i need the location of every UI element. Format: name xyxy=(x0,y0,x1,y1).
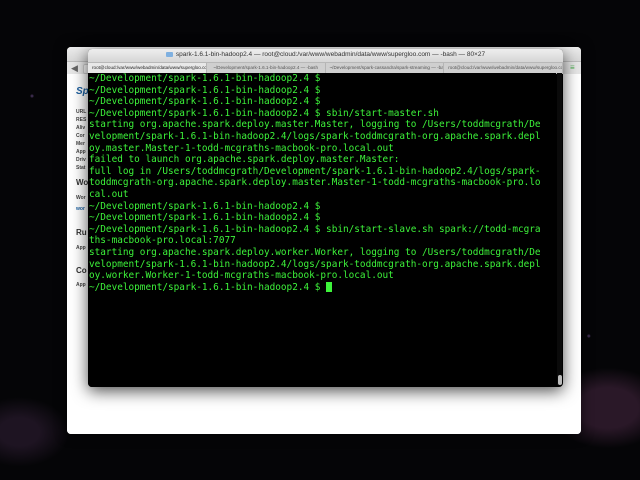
info-label: URL xyxy=(76,109,87,115)
terminal-tab[interactable]: ~/Development/spark-cassandra/spark-stre… xyxy=(326,63,445,73)
text-cursor xyxy=(326,281,333,292)
terminal-tab[interactable]: root@cloud:/var/www/webadmin/data/www/su… xyxy=(444,63,563,73)
terminal-line: failed to launch org.apache.spark.deploy… xyxy=(89,154,400,166)
window-title: spark-1.6.1-bin-hadoop2.4 — root@cloud:/… xyxy=(175,51,486,58)
info-label: RES xyxy=(76,117,87,123)
info-label: Aliv xyxy=(76,125,86,131)
info-label: Mer xyxy=(76,141,85,147)
section-heading: Co xyxy=(76,266,87,275)
terminal-line: velopment/spark-1.6.1-bin-hadoop2.4/logs… xyxy=(89,130,541,142)
terminal-line: cal.out xyxy=(89,188,129,200)
terminal-line: oy.master.Master-1-todd-mcgraths-macbook… xyxy=(89,142,394,154)
info-label: Stat xyxy=(76,165,86,171)
terminal-line: ~/Development/spark-1.6.1-bin-hadoop2.4 … xyxy=(89,212,321,224)
terminal-prompt: ~/Development/spark-1.6.1-bin-hadoop2.4 … xyxy=(89,281,327,293)
terminal-tab[interactable]: root@cloud:/var/www/webadmin/data/www/su… xyxy=(88,63,207,73)
terminal-line: ~/Development/spark-1.6.1-bin-hadoop2.4 … xyxy=(89,107,439,119)
terminal-line: velopment/spark-1.6.1-bin-hadoop2.4/logs… xyxy=(89,258,541,270)
terminal-line: ~/Development/spark-1.6.1-bin-hadoop2.4 … xyxy=(89,96,321,108)
info-label: Cor xyxy=(76,133,85,139)
terminal-line: oy.worker.Worker-1-todd-mcgraths-macbook… xyxy=(89,270,394,282)
folder-icon xyxy=(165,51,173,57)
terminal-line: toddmcgrath-org.apache.spark.deploy.mast… xyxy=(89,177,541,189)
section-heading: Ru xyxy=(76,228,87,237)
table-header: Wor xyxy=(76,195,86,201)
info-label: App xyxy=(76,149,86,155)
info-label: Driv xyxy=(76,157,86,163)
terminal-line: starting org.apache.spark.deploy.master.… xyxy=(89,119,541,131)
terminal-line: ~/Development/spark-1.6.1-bin-hadoop2.4 … xyxy=(89,200,321,212)
terminal-line: full log in /Users/toddmcgrath/Developme… xyxy=(89,165,541,177)
terminal-output[interactable]: ~/Development/spark-1.6.1-bin-hadoop2.4 … xyxy=(88,73,556,387)
back-arrow-icon[interactable]: ◀ xyxy=(71,63,78,73)
terminal-line: ths-macbook-pro.local:7077 xyxy=(89,235,236,247)
terminal-line: ~/Development/spark-1.6.1-bin-hadoop2.4 … xyxy=(89,223,541,235)
terminal-line: ~/Development/spark-1.6.1-bin-hadoop2.4 … xyxy=(89,84,321,96)
terminal-tab[interactable]: ~/Development/spark-1.6.1-bin-hadoop2.4 … xyxy=(207,63,326,73)
terminal-titlebar[interactable]: spark-1.6.1-bin-hadoop2.4 — root@cloud:/… xyxy=(88,49,563,63)
terminal-line: starting org.apache.spark.deploy.worker.… xyxy=(89,246,541,258)
table-header: App xyxy=(76,245,86,251)
terminal-prompt-line[interactable]: ~/Development/spark-1.6.1-bin-hadoop2.4 … xyxy=(89,281,555,294)
table-header: App xyxy=(76,282,86,288)
terminal-scrollbar[interactable] xyxy=(557,73,562,385)
menu-icon[interactable]: ≡ xyxy=(570,63,577,73)
terminal-line: ~/Development/spark-1.6.1-bin-hadoop2.4 … xyxy=(89,73,321,84)
section-heading: Wo xyxy=(76,178,89,187)
table-link[interactable]: wor xyxy=(76,206,85,212)
scrollbar-thumb[interactable] xyxy=(558,375,562,385)
page-title: Sp xyxy=(76,86,89,97)
terminal-window[interactable]: spark-1.6.1-bin-hadoop2.4 — root@cloud:/… xyxy=(88,49,563,387)
